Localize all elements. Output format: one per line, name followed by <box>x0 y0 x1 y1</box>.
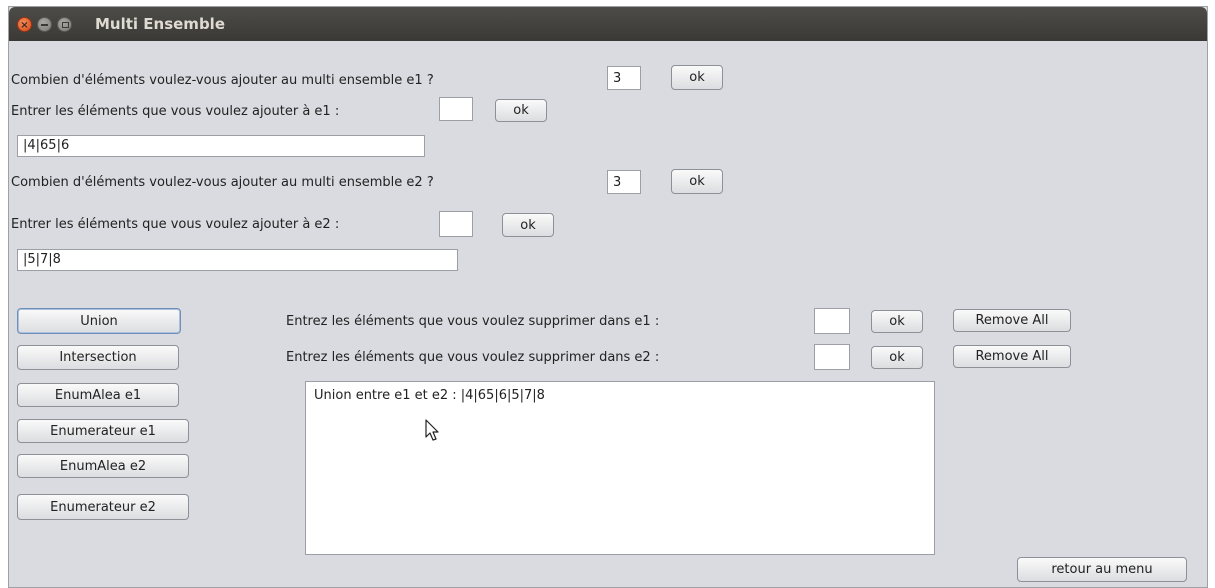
e1-elements-ok-button[interactable]: ok <box>495 99 547 122</box>
enumerateur-e1-button[interactable]: Enumerateur e1 <box>17 419 189 443</box>
remove-e1-input[interactable] <box>814 308 850 334</box>
e2-count-label: Combien d'éléments voulez-vous ajouter a… <box>11 175 434 190</box>
e2-elements-ok-button[interactable]: ok <box>502 213 554 237</box>
remove-e1-ok-button[interactable]: ok <box>871 310 923 333</box>
intersection-button[interactable]: Intersection <box>17 345 179 370</box>
enumalea-e1-button[interactable]: EnumAlea e1 <box>17 383 179 407</box>
e1-elements-label: Entrer les éléments que vous voulez ajou… <box>11 104 340 119</box>
minimize-icon[interactable] <box>37 17 52 32</box>
remove-all-e1-button[interactable]: Remove All <box>953 309 1071 332</box>
enumerateur-e2-button[interactable]: Enumerateur e2 <box>17 494 189 520</box>
title-bar: × Multi Ensemble <box>9 7 1207 41</box>
e2-result-field[interactable]: |5|7|8 <box>17 249 458 271</box>
remove-e2-input[interactable] <box>814 344 850 370</box>
e1-count-label: Combien d'éléments voulez-vous ajouter a… <box>11 73 434 88</box>
e1-count-ok-button[interactable]: ok <box>671 65 723 90</box>
e2-elements-input[interactable] <box>439 211 473 237</box>
enumalea-e2-button[interactable]: EnumAlea e2 <box>17 454 189 478</box>
maximize-icon[interactable] <box>57 17 72 32</box>
remove-e1-label: Entrez les éléments que vous voulez supp… <box>286 314 660 329</box>
app-window: × Multi Ensemble Combien d'éléments voul… <box>8 6 1208 588</box>
remove-e2-ok-button[interactable]: ok <box>871 346 923 369</box>
e2-count-input[interactable] <box>607 170 641 194</box>
e1-elements-input[interactable] <box>439 97 473 121</box>
window-title: Multi Ensemble <box>95 15 225 33</box>
e1-result-field[interactable]: |4|65|6 <box>17 135 425 157</box>
output-textarea[interactable]: Union entre e1 et e2 : |4|65|6|5|7|8 <box>305 381 935 555</box>
remove-all-e2-button[interactable]: Remove All <box>953 345 1071 368</box>
e2-elements-label: Entrer les éléments que vous voulez ajou… <box>11 217 340 232</box>
mouse-pointer-icon <box>425 419 439 441</box>
e1-count-input[interactable] <box>607 66 641 90</box>
e2-count-ok-button[interactable]: ok <box>671 169 723 194</box>
back-to-menu-button[interactable]: retour au menu <box>1017 557 1187 582</box>
union-button[interactable]: Union <box>17 308 181 334</box>
close-icon[interactable]: × <box>17 17 32 32</box>
remove-e2-label: Entrez les éléments que vous voulez supp… <box>286 350 660 365</box>
